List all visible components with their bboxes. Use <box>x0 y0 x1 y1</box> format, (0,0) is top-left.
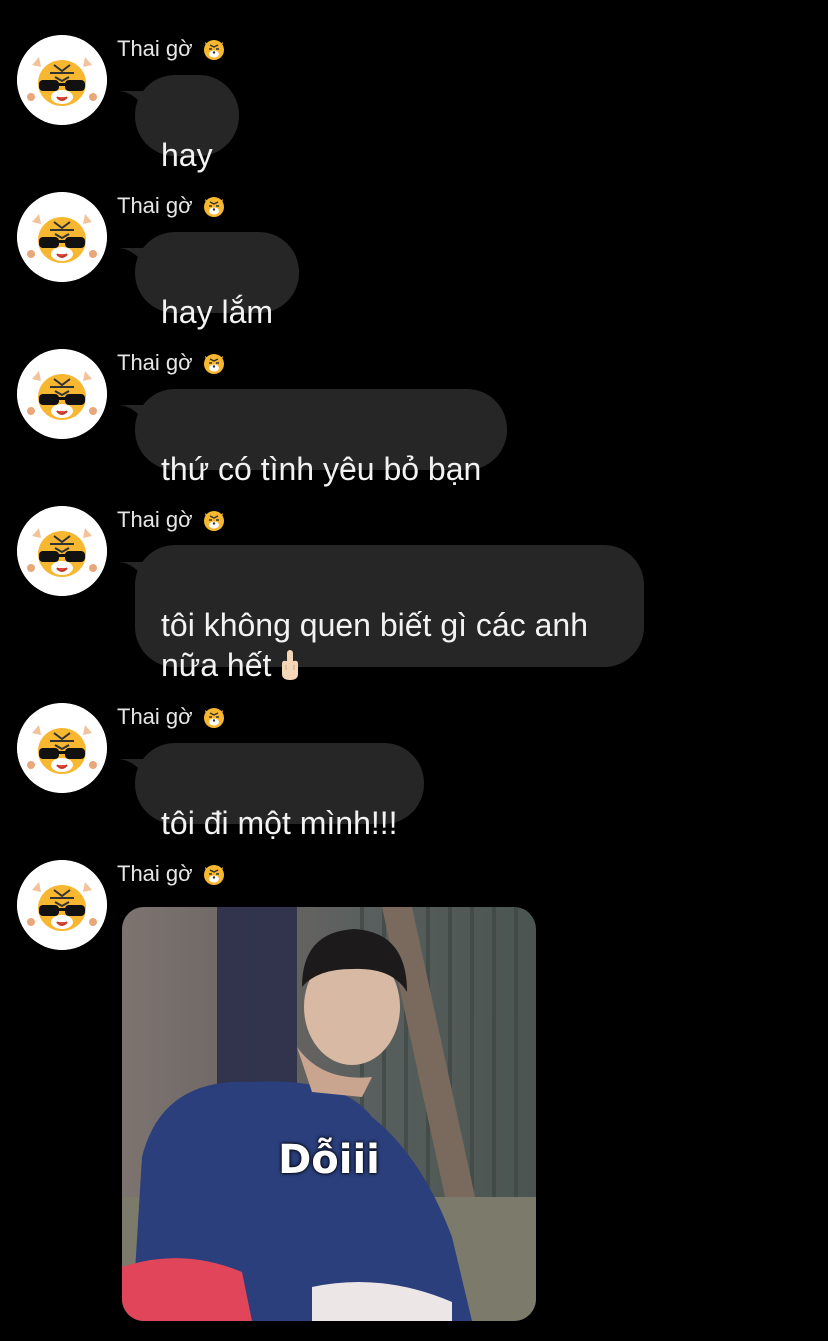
tiger-sunglasses-avatar-icon <box>17 35 107 125</box>
sender-name: Thai gờ <box>117 507 227 533</box>
tiger-face-icon <box>201 193 227 219</box>
avatar[interactable] <box>17 349 107 439</box>
sender-name-text: Thai gờ <box>117 704 193 729</box>
message-bubble[interactable]: tôi đi một mình!!! <box>135 743 424 841</box>
avatar[interactable] <box>17 192 107 282</box>
middle-finger-emoji-icon <box>277 648 303 682</box>
tiger-face-icon <box>201 507 227 533</box>
message-text: tôi đi một mình!!! <box>161 805 398 841</box>
sticker-caption: Dỗiii <box>278 1137 380 1183</box>
sender-name: Thai gờ <box>117 704 227 730</box>
sticker-image[interactable]: Dỗiii <box>122 907 536 1321</box>
message-text: tôi không quen biết gì các anh nữa hết <box>161 607 588 683</box>
sulking-boy-photo-icon <box>122 907 536 1321</box>
avatar[interactable] <box>17 703 107 793</box>
message-bubble[interactable]: tôi không quen biết gì các anh nữa hết <box>135 545 644 683</box>
tiger-sunglasses-avatar-icon <box>17 703 107 793</box>
tiger-sunglasses-avatar-icon <box>17 192 107 282</box>
message-bubble[interactable]: hay lắm <box>135 232 300 330</box>
sender-name-text: Thai gờ <box>117 507 193 532</box>
sender-name: Thai gờ <box>117 193 227 219</box>
message-text: hay <box>161 137 213 173</box>
sender-name: Thai gờ <box>117 36 227 62</box>
tiger-sunglasses-avatar-icon <box>17 860 107 950</box>
tiger-face-icon <box>201 350 227 376</box>
avatar[interactable] <box>17 506 107 596</box>
sender-name-text: Thai gờ <box>117 36 193 61</box>
sender-name: Thai gờ <box>117 861 227 887</box>
message-text: thứ có tình yêu bỏ bạn <box>161 451 482 487</box>
tiger-sunglasses-avatar-icon <box>17 506 107 596</box>
message-text: hay lắm <box>161 294 274 330</box>
sender-name-text: Thai gờ <box>117 861 193 886</box>
sender-name: Thai gờ <box>117 350 227 376</box>
avatar[interactable] <box>17 860 107 950</box>
avatar[interactable] <box>17 35 107 125</box>
message-bubble[interactable]: hay <box>135 75 239 173</box>
tiger-face-icon <box>201 36 227 62</box>
tiger-face-icon <box>201 704 227 730</box>
sender-name-text: Thai gờ <box>117 350 193 375</box>
sender-name-text: Thai gờ <box>117 193 193 218</box>
message-bubble[interactable]: thứ có tình yêu bỏ bạn <box>135 389 508 487</box>
tiger-face-icon <box>201 861 227 887</box>
tiger-sunglasses-avatar-icon <box>17 349 107 439</box>
